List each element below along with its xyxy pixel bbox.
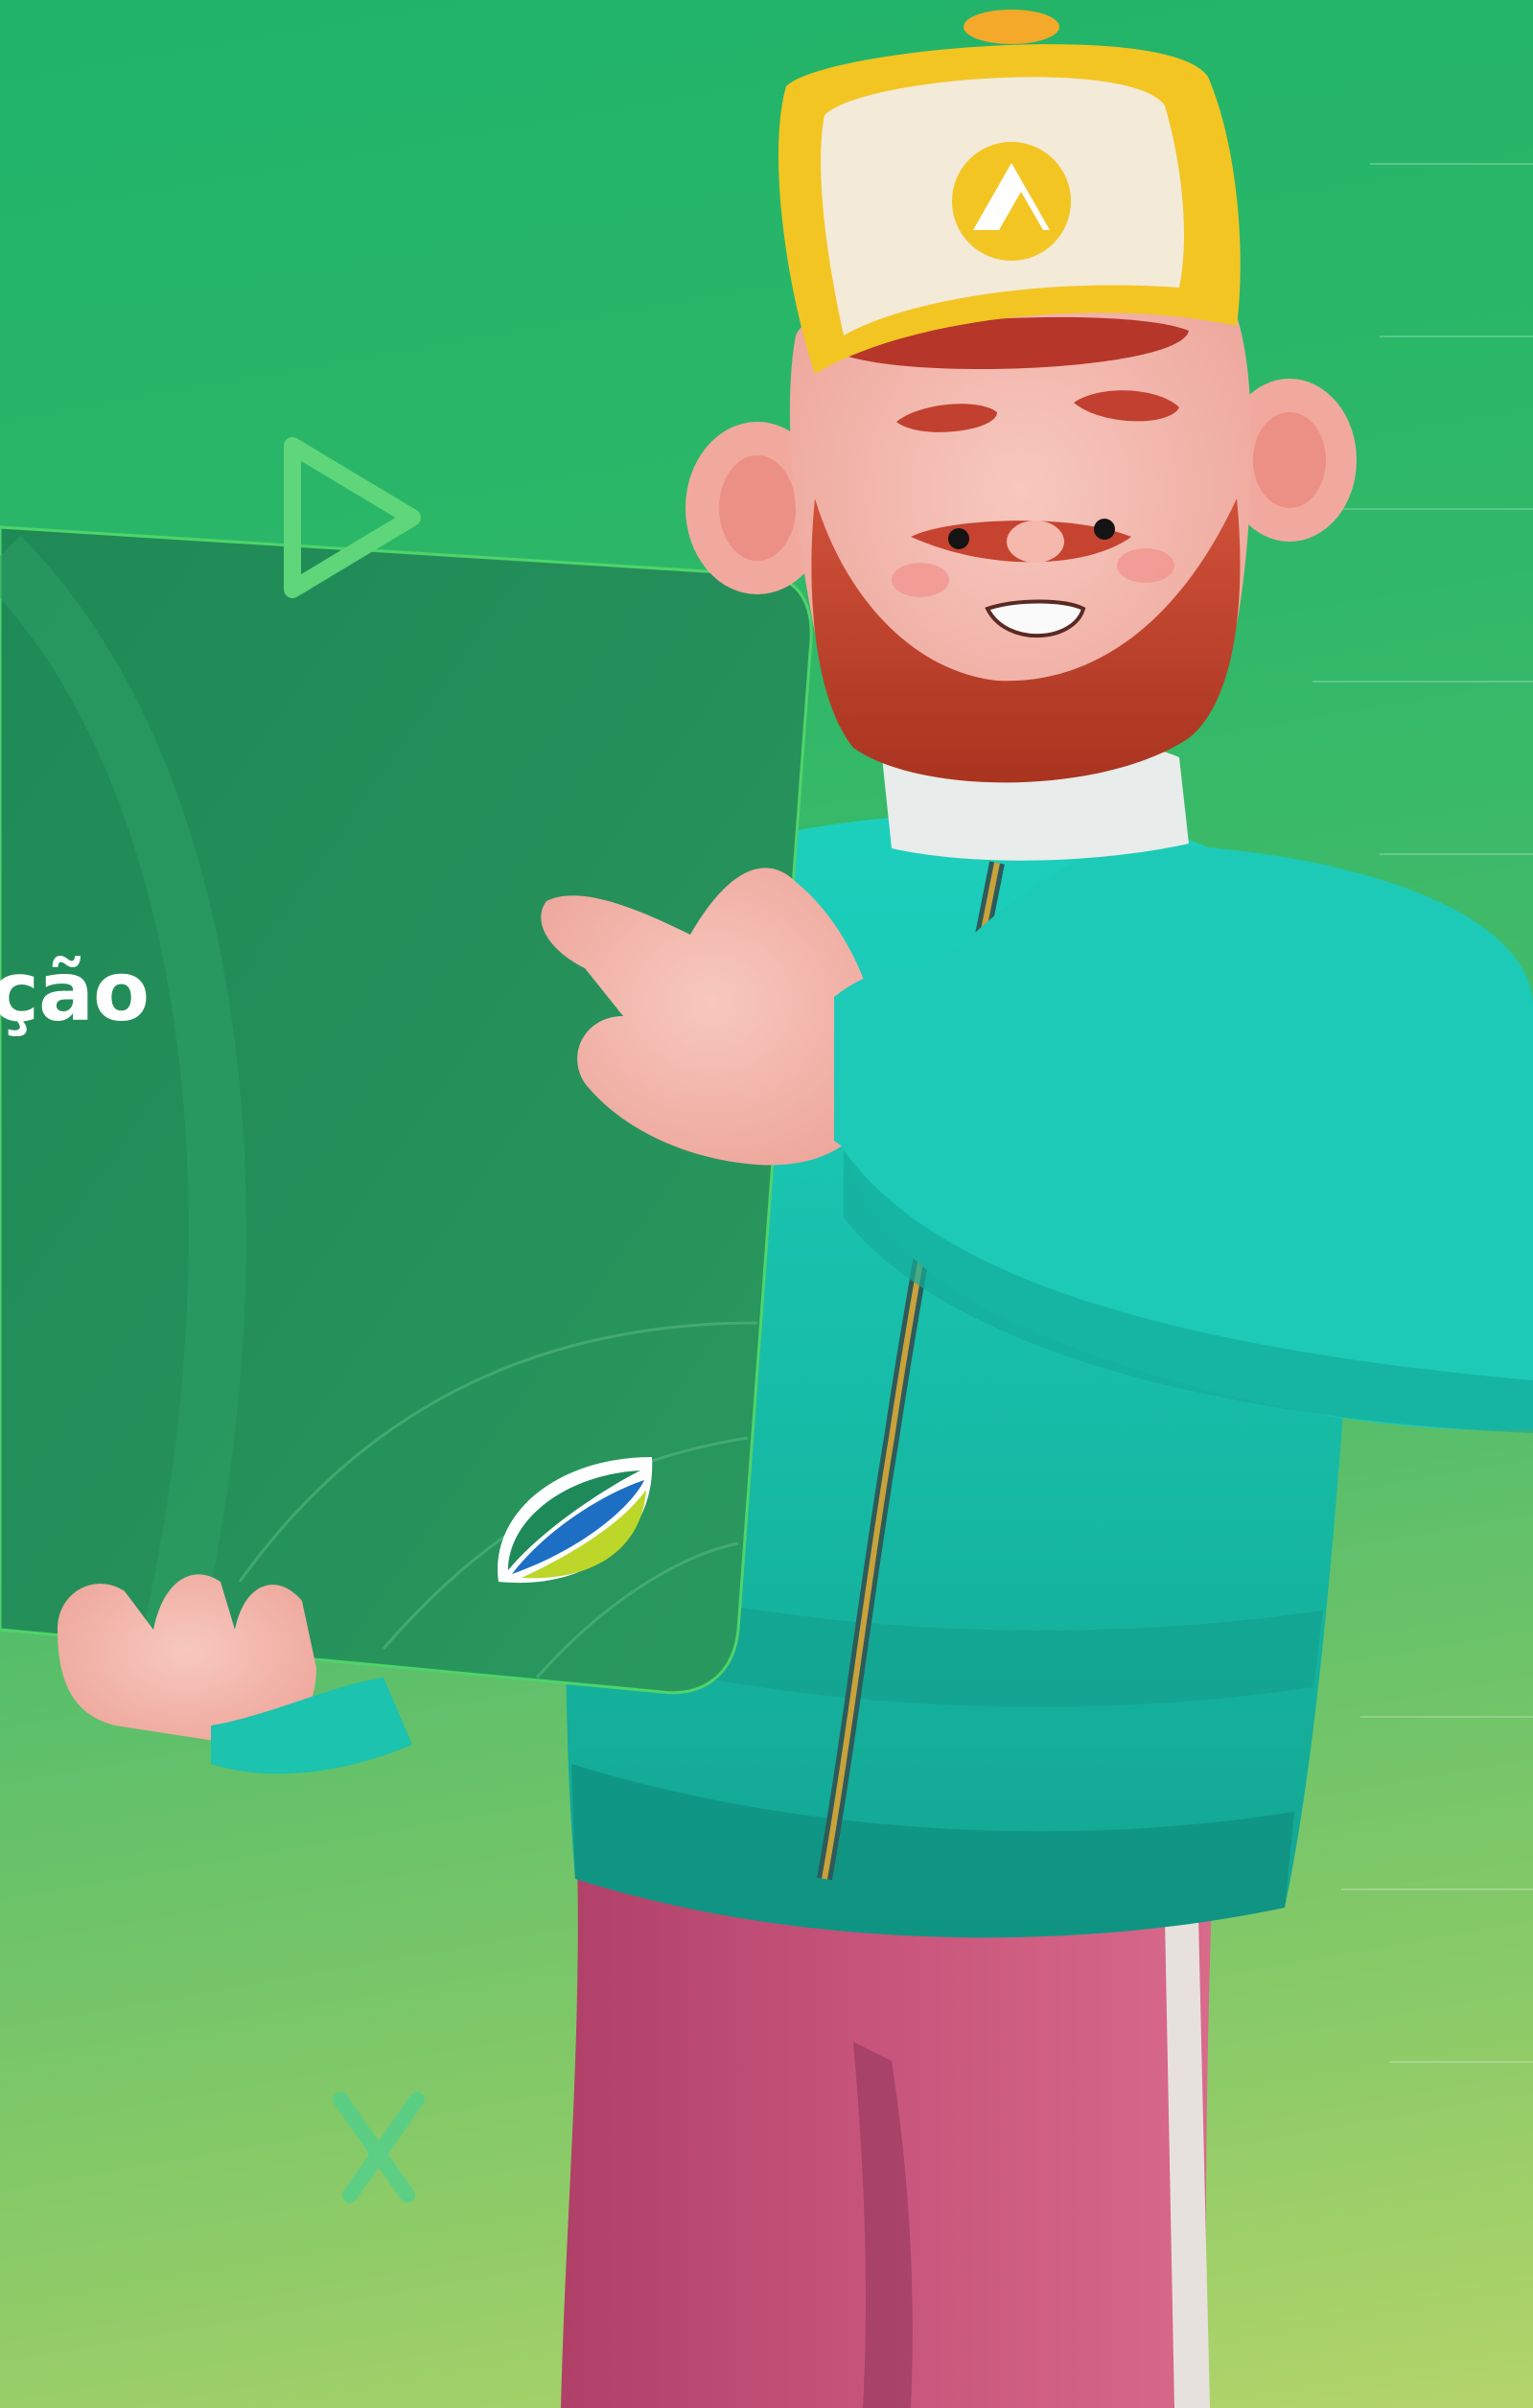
illustration-scene: ção — [0, 0, 1533, 2408]
card-headline-fragment: ção — [0, 944, 150, 1040]
cap-logo-icon — [952, 142, 1071, 261]
scene-art — [0, 10, 1533, 2408]
x-mark-icon — [333, 2092, 425, 2203]
